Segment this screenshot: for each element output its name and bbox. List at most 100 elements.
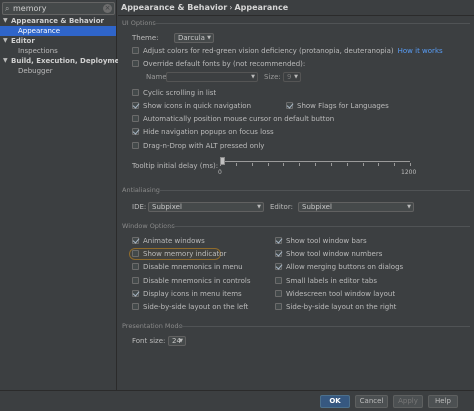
tooltip-delay-label: Tooltip initial delay (ms):: [132, 162, 219, 170]
slider-tick: [315, 163, 316, 166]
expand-arrow-icon[interactable]: ▼: [3, 16, 8, 26]
checkbox-box[interactable]: [286, 102, 293, 109]
slider-tick: [410, 163, 411, 166]
ok-button[interactable]: OK: [320, 395, 350, 408]
checkbox-box[interactable]: [132, 237, 139, 244]
slider-tick: [394, 163, 395, 166]
slider-tick: [283, 163, 284, 166]
checkbox-box[interactable]: [132, 60, 139, 67]
chevron-down-icon: ▼: [207, 35, 211, 41]
checkbox-box[interactable]: [132, 263, 139, 270]
tree-node-editor[interactable]: ▼ Editor: [0, 36, 116, 46]
disable-mnemonics-controls-checkbox[interactable]: Disable mnemonics in controls: [132, 276, 250, 286]
show-tool-window-numbers-checkbox[interactable]: Show tool window numbers: [275, 249, 382, 259]
checkbox-box[interactable]: [132, 277, 139, 284]
show-flags-languages-checkbox[interactable]: Show Flags for Languages: [286, 101, 389, 111]
display-icons-menu-checkbox[interactable]: Display icons in menu items: [132, 289, 242, 299]
chevron-down-icon: ▼: [251, 74, 255, 80]
header-divider: [118, 15, 474, 16]
font-size-label: Size:: [264, 73, 281, 81]
drag-n-drop-checkbox[interactable]: Drag-n-Drop with ALT pressed only: [132, 141, 264, 151]
show-tool-window-bars-checkbox[interactable]: Show tool window bars: [275, 236, 367, 246]
expand-arrow-icon[interactable]: ▼: [3, 56, 8, 66]
tree-node-appearance-behavior[interactable]: ▼ Appearance & Behavior: [0, 16, 116, 26]
checkbox-box[interactable]: [132, 115, 139, 122]
checkbox-box[interactable]: [132, 89, 139, 96]
animate-windows-checkbox[interactable]: Animate windows: [132, 236, 205, 246]
section-presentation-mode: Presentation Mode: [122, 322, 470, 330]
section-antialiasing: Antialiasing: [122, 186, 470, 194]
show-memory-indicator-checkbox[interactable]: Show memory indicator: [132, 249, 226, 259]
tree-node-appearance[interactable]: Appearance: [0, 26, 116, 36]
help-button[interactable]: Help: [428, 395, 458, 408]
checkbox-box[interactable]: [132, 142, 139, 149]
auto-position-mouse-checkbox[interactable]: Automatically position mouse cursor on d…: [132, 114, 334, 124]
search-value: memory: [13, 4, 47, 13]
tree-node-build-execution[interactable]: ▼ Build, Execution, Deployment: [0, 56, 128, 66]
slider-thumb[interactable]: [220, 157, 225, 165]
show-icons-quick-nav-checkbox[interactable]: Show icons in quick navigation: [132, 101, 251, 111]
adjust-colors-checkbox[interactable]: Adjust colors for red-green vision defic…: [132, 46, 443, 56]
how-it-works-link[interactable]: How it works: [398, 47, 443, 55]
search-input[interactable]: ⌕ memory ×: [2, 2, 115, 15]
checkbox-box[interactable]: [275, 250, 282, 257]
font-size-select[interactable]: 9 ▼: [283, 72, 301, 82]
slider-tick: [236, 163, 237, 166]
theme-label: Theme:: [132, 34, 159, 42]
small-labels-tabs-checkbox[interactable]: Small labels in editor tabs: [275, 276, 377, 286]
ide-aa-select[interactable]: Subpixel ▼: [148, 202, 264, 212]
checkbox-box[interactable]: [132, 47, 139, 54]
allow-merging-buttons-checkbox[interactable]: Allow merging buttons on dialogs: [275, 262, 403, 272]
checkbox-box[interactable]: [275, 277, 282, 284]
checkbox-box[interactable]: [275, 237, 282, 244]
slider-tick: [347, 163, 348, 166]
checkbox-box[interactable]: [275, 303, 282, 310]
slider-tick: [268, 163, 269, 166]
section-window-options: Window Options: [122, 222, 470, 230]
apply-button[interactable]: Apply: [393, 395, 423, 408]
checkbox-box[interactable]: [132, 303, 139, 310]
cyclic-scrolling-checkbox[interactable]: Cyclic scrolling in list: [132, 88, 216, 98]
checkbox-box[interactable]: [132, 102, 139, 109]
expand-arrow-icon[interactable]: ▼: [3, 36, 8, 46]
presentation-font-size-label: Font size:: [132, 337, 166, 345]
checkbox-box[interactable]: [132, 250, 139, 257]
settings-tree: ▼ Appearance & Behavior Appearance ▼ Edi…: [0, 16, 128, 76]
tree-node-debugger[interactable]: Debugger: [0, 66, 116, 76]
checkbox-box[interactable]: [275, 263, 282, 270]
hide-nav-popups-checkbox[interactable]: Hide navigation popups on focus loss: [132, 127, 274, 137]
slider-tick: [331, 163, 332, 166]
slider-tick: [363, 163, 364, 166]
chevron-down-icon: ▼: [294, 74, 298, 80]
theme-select[interactable]: Darcula ▼: [174, 33, 214, 43]
settings-dialog: ⌕ memory × ▼ Appearance & Behavior Appea…: [0, 0, 474, 411]
settings-tree-panel: ⌕ memory × ▼ Appearance & Behavior Appea…: [0, 0, 128, 411]
slider-min-label: 0: [218, 169, 222, 176]
clear-search-icon[interactable]: ×: [103, 4, 112, 13]
tree-node-inspections[interactable]: Inspections: [0, 46, 116, 56]
disable-mnemonics-menu-checkbox[interactable]: Disable mnemonics in menu: [132, 262, 243, 272]
editor-aa-select[interactable]: Subpixel ▼: [298, 202, 414, 212]
slider-track: [220, 161, 410, 162]
slider-tick: [252, 163, 253, 166]
font-name-select[interactable]: ▼: [166, 72, 258, 82]
cancel-button[interactable]: Cancel: [355, 395, 388, 408]
widescreen-layout-checkbox[interactable]: Widescreen tool window layout: [275, 289, 395, 299]
chevron-down-icon: ▼: [179, 338, 183, 344]
slider-tick: [378, 163, 379, 166]
slider-max-label: 1200: [401, 169, 417, 176]
breadcrumb: Appearance & Behavior › Appearance: [121, 3, 289, 12]
checkbox-box[interactable]: [132, 128, 139, 135]
settings-content: Appearance & Behavior › Appearance UI Opti…: [118, 0, 474, 411]
slider-tick: [299, 163, 300, 166]
chevron-down-icon: ▼: [407, 204, 411, 210]
section-ui-options: UI Options: [122, 19, 470, 27]
side-by-side-left-checkbox[interactable]: Side-by-side layout on the left: [132, 302, 248, 312]
override-fonts-checkbox[interactable]: Override default fonts by (not recommend…: [132, 59, 305, 69]
ide-aa-label: IDE:: [132, 203, 147, 211]
side-by-side-right-checkbox[interactable]: Side-by-side layout on the right: [275, 302, 396, 312]
checkbox-box[interactable]: [275, 290, 282, 297]
tooltip-delay-slider[interactable]: [220, 156, 412, 176]
checkbox-box[interactable]: [132, 290, 139, 297]
presentation-font-size-select[interactable]: 24 ▼: [168, 336, 186, 346]
